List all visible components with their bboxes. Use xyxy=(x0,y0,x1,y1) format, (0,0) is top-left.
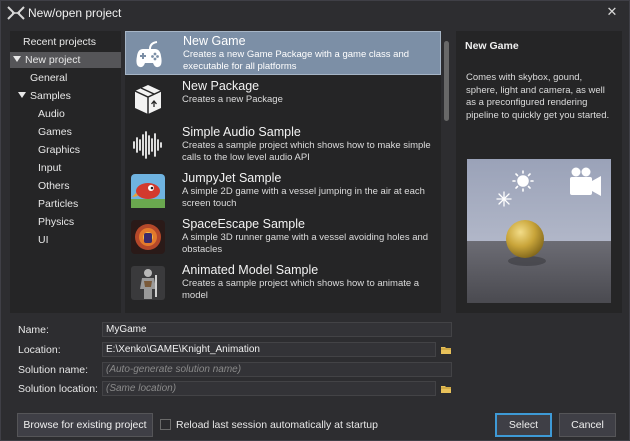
tree-item-label: UI xyxy=(38,234,49,246)
cancel-button[interactable]: Cancel xyxy=(559,413,616,437)
template-name: JumpyJet Sample xyxy=(182,171,282,185)
tree-item-label: Particles xyxy=(38,198,79,210)
solution-location-input[interactable]: (Same location) xyxy=(102,381,436,396)
scene-preview-icon xyxy=(467,159,611,303)
tree-item-general[interactable]: General xyxy=(30,70,67,86)
solution-location-label: Solution location: xyxy=(18,383,98,395)
tree-item-recent-projects[interactable]: Recent projects xyxy=(23,34,96,50)
tree-item-label: Physics xyxy=(38,216,75,228)
spaceescape-thumbnail-icon xyxy=(131,220,165,254)
title-bar: New/open project ✕ xyxy=(1,1,629,25)
expand-arrow-icon[interactable] xyxy=(13,56,21,63)
tree-item-label: Input xyxy=(38,162,62,174)
gamepad-icon xyxy=(136,41,162,68)
template-name: SpaceEscape Sample xyxy=(182,217,305,231)
details-description: Comes with skybox, gound, sphere, light … xyxy=(466,72,610,121)
template-item-new-package[interactable]: New Package Creates a new Package xyxy=(125,77,441,121)
tree-item-others[interactable]: Others xyxy=(38,178,70,194)
package-box-icon xyxy=(134,85,162,114)
tree-item-particles[interactable]: Particles xyxy=(38,196,78,212)
template-description: A simple 2D game with a vessel jumping i… xyxy=(182,186,425,209)
tree-item-audio[interactable]: Audio xyxy=(38,106,65,122)
template-item-animated-model-sample[interactable]: Animated Model Sample Creates a sample p… xyxy=(125,261,441,305)
template-description: Creates a new Game Package with a game c… xyxy=(183,49,410,72)
template-name: Animated Model Sample xyxy=(182,263,319,277)
tree-item-label: Audio xyxy=(38,108,65,120)
scrollbar-thumb[interactable] xyxy=(444,41,449,121)
template-description: Creates a sample project which shows how… xyxy=(182,140,431,163)
browse-folder-icon[interactable] xyxy=(440,383,452,395)
tree-item-input[interactable]: Input xyxy=(38,160,61,176)
template-item-spaceescape-sample[interactable]: SpaceEscape Sample A simple 3D runner ga… xyxy=(125,215,441,259)
details-title: New Game xyxy=(465,40,519,52)
template-item-simple-audio-sample[interactable]: Simple Audio Sample Creates a sample pro… xyxy=(125,123,441,167)
solution-name-input[interactable]: (Auto-generate solution name) xyxy=(102,362,452,377)
tree-item-games[interactable]: Games xyxy=(38,124,72,140)
tree-item-physics[interactable]: Physics xyxy=(38,214,74,230)
name-input[interactable]: MyGame xyxy=(102,322,452,337)
jumpyjet-thumbnail-icon xyxy=(131,174,165,208)
animated-knight-thumbnail-icon xyxy=(131,266,165,300)
solution-name-label: Solution name: xyxy=(18,364,89,376)
reload-session-label: Reload last session automatically at sta… xyxy=(176,419,378,431)
template-name: New Package xyxy=(182,79,260,93)
template-description: Creates a sample project which shows how… xyxy=(182,278,420,301)
tree-item-label: Graphics xyxy=(38,144,81,156)
name-label: Name: xyxy=(18,324,49,336)
browse-existing-project-button[interactable]: Browse for existing project xyxy=(17,413,153,437)
template-details-panel: New Game Comes with skybox, gound, spher… xyxy=(456,31,622,313)
select-button[interactable]: Select xyxy=(495,413,552,437)
reload-session-checkbox[interactable] xyxy=(160,419,171,430)
location-label: Location: xyxy=(18,344,61,356)
tree-item-label: Recent projects xyxy=(23,36,96,48)
tree-item-new-project[interactable]: New project xyxy=(10,52,121,68)
tree-item-label: Samples xyxy=(30,90,71,102)
close-icon[interactable]: ✕ xyxy=(605,5,619,19)
xenko-logo-icon xyxy=(7,6,25,20)
template-description: Creates a new Package xyxy=(182,94,283,105)
tree-item-label: General xyxy=(30,72,68,84)
location-input[interactable]: E:\Xenko\GAME\Knight_Animation xyxy=(102,342,436,357)
template-list-scrollbar[interactable] xyxy=(441,31,452,313)
audio-waveform-icon xyxy=(133,131,162,159)
template-item-jumpyjet-sample[interactable]: JumpyJet Sample A simple 2D game with a … xyxy=(125,169,441,213)
template-name: Simple Audio Sample xyxy=(182,125,301,139)
expand-arrow-icon[interactable] xyxy=(18,92,26,99)
tree-item-label: Games xyxy=(38,126,72,138)
tree-item-label: Others xyxy=(38,180,70,192)
new-open-project-dialog: New/open project ✕ Recent projects New p… xyxy=(0,0,630,441)
template-description: A simple 3D runner game with a vessel av… xyxy=(182,232,429,255)
tree-item-label: New project xyxy=(25,54,81,66)
tree-item-graphics[interactable]: Graphics xyxy=(38,142,80,158)
template-name: New Game xyxy=(183,34,246,48)
template-list: New Game Creates a new Game Package with… xyxy=(125,31,441,313)
template-item-new-game[interactable]: New Game Creates a new Game Package with… xyxy=(125,31,441,75)
window-title: New/open project xyxy=(28,6,122,20)
browse-folder-icon[interactable] xyxy=(440,344,452,356)
category-tree: Recent projects New project General Samp… xyxy=(10,31,121,313)
tree-item-samples[interactable]: Samples xyxy=(18,88,71,104)
tree-item-ui[interactable]: UI xyxy=(38,232,49,248)
